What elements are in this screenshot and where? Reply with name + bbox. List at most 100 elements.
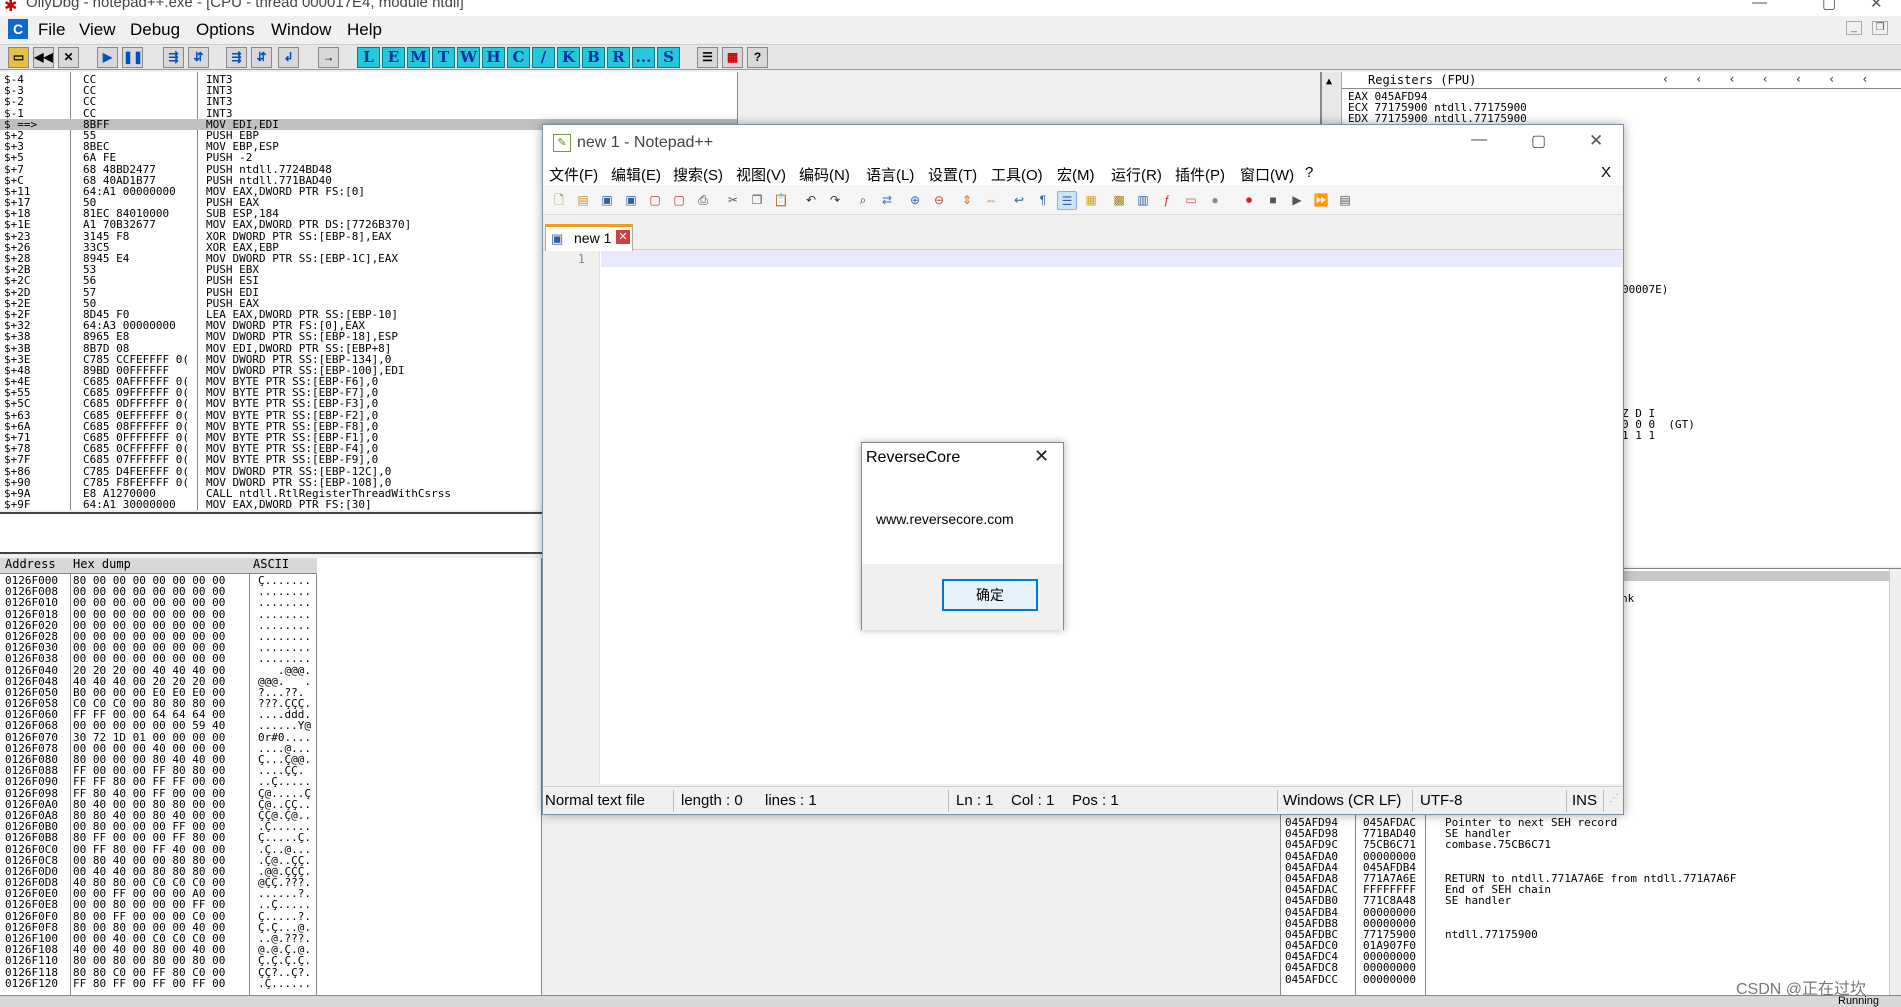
menu-view[interactable]: View	[79, 20, 116, 40]
redo-icon[interactable]: ↷	[825, 191, 845, 210]
copy-icon[interactable]: ❐	[747, 191, 767, 210]
dump-pane[interactable]: Address Hex dump ASCII 0126F000 80 00 00 …	[0, 558, 542, 995]
step-over-icon[interactable]: ⇵	[188, 47, 209, 68]
doc-list-icon[interactable]: ▥	[1133, 191, 1153, 210]
handles-window-button[interactable]: H	[482, 47, 505, 68]
modules-window-button[interactable]: E	[382, 47, 405, 68]
help-icon[interactable]: ?	[747, 47, 768, 68]
npp-menu-file[interactable]: 文件(F)	[549, 164, 598, 185]
doc-map-icon[interactable]: ▩	[1109, 191, 1129, 210]
npp-menu-view[interactable]: 视图(V)	[736, 164, 786, 185]
open-icon[interactable]: ▭	[8, 47, 29, 68]
status-encoding[interactable]: UTF-8	[1420, 792, 1463, 809]
npp-menu-settings[interactable]: 设置(T)	[928, 164, 977, 185]
record-macro-icon[interactable]: ⏺	[1239, 191, 1259, 210]
maximize-icon[interactable]: ▢	[1822, 0, 1836, 12]
registers-nav-arrows-icon[interactable]: ‹‹‹‹‹‹‹	[1662, 73, 1895, 85]
dump-row[interactable]: 0126F120 FF 80 FF 00 FF 00 FF 00 .Ç......	[0, 978, 541, 989]
npp-menu-edit[interactable]: 编辑(E)	[611, 164, 661, 185]
log-window-button[interactable]: L	[357, 47, 380, 68]
dump-row[interactable]: 0126F010 00 00 00 00 00 00 00 00........	[0, 597, 541, 608]
disasm-row[interactable]: $-3 CC INT3	[0, 85, 737, 96]
dump-row[interactable]: 0126F038 00 00 00 00 00 00 00 00........	[0, 653, 541, 664]
menu-file[interactable]: File	[38, 20, 65, 40]
menu-options[interactable]: Options	[196, 20, 255, 40]
dump-row[interactable]: 0126F110 80 00 80 00 80 00 80 00 Ç.Ç.Ç.Ç.	[0, 955, 541, 966]
minimize-icon[interactable]: —	[1752, 0, 1767, 11]
indent-guide-icon[interactable]: ☰	[1057, 191, 1077, 210]
stack-row[interactable]: 045AFDC8 00000000	[1285, 962, 1901, 973]
npp-maximize-icon[interactable]: ▢	[1531, 131, 1546, 151]
restart-icon[interactable]: ◀◀	[33, 47, 54, 68]
undo-icon[interactable]: ↶	[801, 191, 821, 210]
menu-window[interactable]: Window	[271, 20, 331, 40]
menu-help[interactable]: Help	[347, 20, 382, 40]
save-icon[interactable]: ▣	[597, 191, 617, 210]
new-file-icon[interactable]: 🗋	[549, 191, 569, 210]
save-macro-icon[interactable]: ▤	[1335, 191, 1355, 210]
resize-grip-icon[interactable]: ⋰	[1609, 793, 1619, 804]
function-list-icon[interactable]: ƒ	[1157, 191, 1177, 210]
patches-window-button[interactable]: /	[532, 47, 555, 68]
stack-row[interactable]: 045AFD9C 75CB6C71 combase.75CB6C71	[1285, 839, 1901, 850]
npp-close-doc-button[interactable]: X	[1601, 164, 1611, 181]
ok-button[interactable]: 确定	[942, 579, 1038, 611]
stop-macro-icon[interactable]: ■	[1263, 191, 1283, 210]
breakpoints-button[interactable]: B	[582, 47, 605, 68]
npp-minimize-icon[interactable]: —	[1471, 131, 1487, 149]
zoom-in-icon[interactable]: ⊕	[905, 191, 925, 210]
mdi-restore-icon[interactable]: ❐	[1872, 21, 1888, 35]
dump-row[interactable]: 0126F068 00 00 00 00 00 00 59 40 ......Y@	[0, 720, 541, 731]
dialog-close-icon[interactable]: ✕	[1034, 446, 1049, 467]
trace-into-icon[interactable]: ⇶	[226, 47, 247, 68]
dump-header-address[interactable]: Address	[5, 558, 56, 570]
run-trace-button[interactable]: ...	[632, 47, 655, 68]
run-icon[interactable]: ▶	[97, 47, 118, 68]
npp-menu-macro[interactable]: 宏(M)	[1057, 164, 1095, 185]
cpu-window-icon[interactable]: C	[8, 19, 28, 39]
goto-icon[interactable]: →	[318, 47, 339, 68]
cpu-window-button[interactable]: C	[507, 47, 530, 68]
appearance-icon[interactable]: ▦	[722, 47, 743, 68]
dump-row[interactable]: 0126F0E8 00 00 80 00 00 00 FF 00 ..Ç.....	[0, 899, 541, 910]
close-debug-icon[interactable]: ✕	[58, 47, 79, 68]
mdi-minimize-icon[interactable]: _	[1846, 21, 1862, 35]
close-file-icon[interactable]: ▢	[645, 191, 665, 210]
paste-icon[interactable]: 📋	[771, 191, 791, 210]
disasm-row[interactable]: $-1 CC INT3	[0, 107, 737, 118]
npp-menu-search[interactable]: 搜索(S)	[673, 164, 723, 185]
menu-debug[interactable]: Debug	[130, 20, 180, 40]
references-button[interactable]: R	[607, 47, 630, 68]
scroll-up-icon[interactable]: ▲	[1326, 76, 1332, 87]
npp-menu-help[interactable]: ?	[1305, 164, 1313, 181]
dump-header-hex[interactable]: Hex dump	[73, 558, 131, 570]
npp-menu-tools[interactable]: 工具(O)	[991, 164, 1043, 185]
pause-icon[interactable]: ❚❚	[122, 47, 143, 68]
step-into-icon[interactable]: ⇶	[163, 47, 184, 68]
npp-menu-plugins[interactable]: 插件(P)	[1175, 164, 1225, 185]
dump-row[interactable]: 0126F0C0 00 FF 80 00 FF 40 00 00 .Ç..@...	[0, 843, 541, 854]
npp-menu-run[interactable]: 运行(R)	[1111, 164, 1162, 185]
call-stack-button[interactable]: K	[557, 47, 580, 68]
npp-menu-window[interactable]: 窗口(W)	[1240, 164, 1294, 185]
npp-close-icon[interactable]: ✕	[1589, 131, 1603, 151]
lang-define-icon[interactable]: ▦	[1081, 191, 1101, 210]
find-icon[interactable]: ⌕	[853, 191, 873, 210]
replace-icon[interactable]: ⇄	[877, 191, 897, 210]
dump-row[interactable]: 0126F0B8 80 FF 00 00 00 FF 80 00 Ç.....Ç.	[0, 832, 541, 843]
save-all-icon[interactable]: ▣	[621, 191, 641, 210]
stack-row[interactable]: 045AFDB4 00000000	[1285, 906, 1901, 917]
tab-close-icon[interactable]: ✕	[616, 230, 630, 244]
close-icon[interactable]: ✕	[1870, 0, 1883, 12]
status-eol[interactable]: Windows (CR LF)	[1283, 792, 1401, 809]
cut-icon[interactable]: ✂	[723, 191, 743, 210]
dump-header-ascii[interactable]: ASCII	[253, 558, 289, 570]
sync-vertical-icon[interactable]: ⇕	[957, 191, 977, 210]
npp-menu-language[interactable]: 语言(L)	[866, 164, 914, 185]
play-macro-icon[interactable]: ▶	[1287, 191, 1307, 210]
sync-horizontal-icon[interactable]: ⇔	[981, 191, 1001, 210]
print-icon[interactable]: ⎙	[693, 191, 713, 210]
open-file-icon[interactable]: ▤	[573, 191, 593, 210]
word-wrap-icon[interactable]: ↩	[1009, 191, 1029, 210]
tab-new-1[interactable]: ▣ new 1 ✕	[545, 224, 633, 251]
